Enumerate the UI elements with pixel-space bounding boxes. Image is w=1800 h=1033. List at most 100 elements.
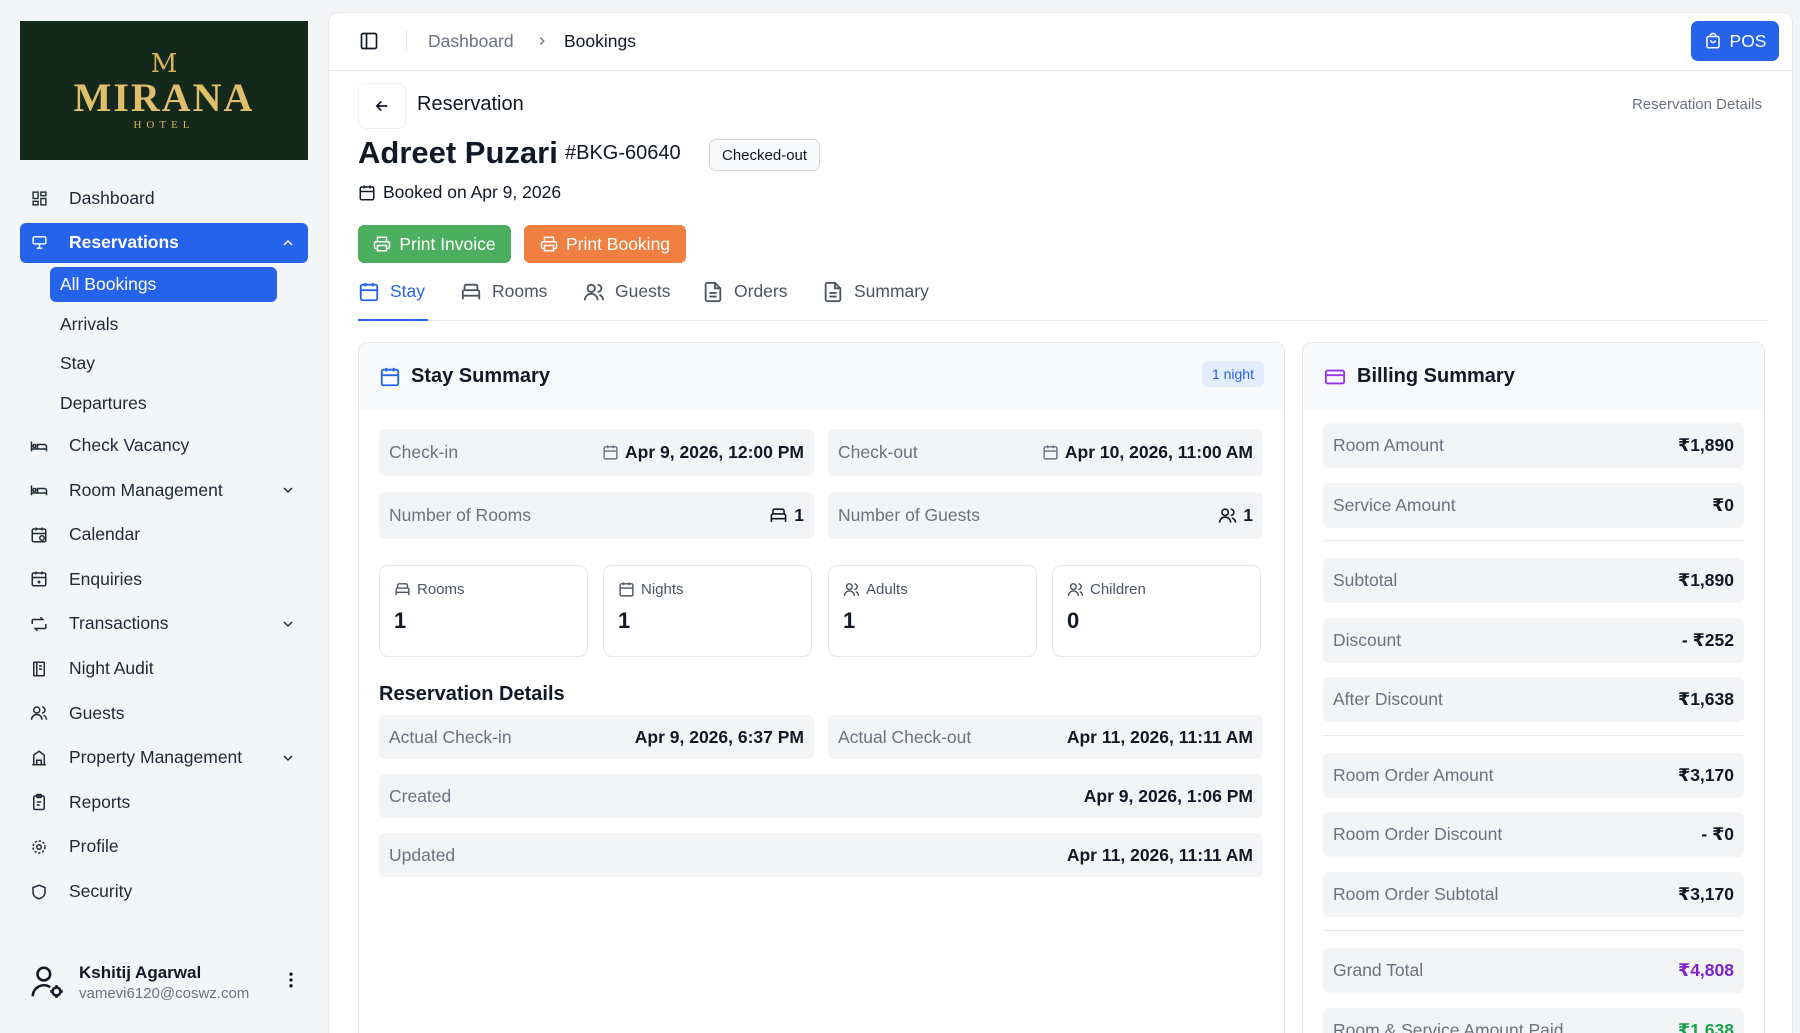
sidebar-item-night-audit[interactable]: Night Audit	[20, 649, 308, 689]
card-value: 1	[394, 608, 407, 633]
users-icon	[30, 704, 48, 722]
tab-guests[interactable]: Guests	[583, 281, 670, 321]
sidebar-item-label: Check Vacancy	[69, 435, 190, 456]
sidebar-item-transactions[interactable]: Transactions	[20, 604, 308, 644]
sidebar-item-guests[interactable]: Guests	[20, 693, 308, 733]
billing-row: After Discount ₹1,638	[1323, 677, 1744, 722]
sidebar-toggle-icon[interactable]	[359, 31, 379, 51]
sidebar-subitem-departures[interactable]: Departures	[50, 386, 277, 421]
stay-summary-panel: Stay Summary 1 night Check-in Apr 9, 202…	[358, 342, 1285, 1033]
billing-label: Room Order Discount	[1333, 824, 1503, 844]
billing-label: Service Amount	[1333, 495, 1456, 515]
sidebar-item-check-vacancy[interactable]: Check Vacancy	[20, 426, 308, 466]
children-card: Children 0	[1052, 565, 1261, 657]
updated-label: Updated	[389, 844, 456, 865]
rooms-count-row: Number of Rooms 1	[379, 492, 814, 539]
shopping-bag-icon	[1704, 32, 1722, 50]
actual-checkin-label: Actual Check-in	[389, 726, 512, 747]
top-bar: Dashboard Bookings POS	[329, 13, 1792, 71]
billing-label: Room Order Amount	[1333, 765, 1494, 785]
status-badge: Checked-out	[709, 139, 821, 171]
billing-row: Discount - ₹252	[1323, 618, 1744, 663]
booked-on-text: Booked on Apr 9, 2026	[383, 182, 562, 202]
billing-label: Subtotal	[1333, 570, 1398, 590]
sidebar-item-label: Room Management	[69, 479, 223, 500]
sidebar-item-reports[interactable]: Reports	[20, 782, 308, 822]
divider	[1323, 930, 1744, 931]
document-icon	[702, 281, 724, 303]
main-content: Dashboard Bookings POS Reservation Reser…	[328, 12, 1793, 1033]
pos-button[interactable]: POS	[1691, 21, 1779, 61]
sidebar-subitem-all-bookings[interactable]: All Bookings	[50, 267, 277, 303]
billing-value: ₹3,170	[1678, 884, 1734, 904]
guests-count-label: Number of Guests	[838, 505, 980, 525]
tab-rooms[interactable]: Rooms	[460, 281, 547, 321]
divider	[1323, 540, 1744, 541]
credit-card-icon	[1323, 366, 1347, 388]
sidebar-item-profile[interactable]: Profile	[20, 827, 308, 867]
hotel-logo[interactable]: M MIRANA HOTEL	[20, 21, 308, 160]
tab-orders[interactable]: Orders	[702, 281, 787, 321]
users-icon	[583, 281, 605, 303]
sidebar-item-security[interactable]: Security	[20, 872, 308, 912]
guest-name: Adreet Puzari	[358, 135, 558, 170]
checkin-value: Apr 9, 2026, 12:00 PM	[625, 442, 804, 462]
actual-checkout-row: Actual Check-out Apr 11, 2026, 11:11 AM	[828, 715, 1263, 759]
tab-label: Summary	[854, 281, 929, 301]
logo-monogram: M	[150, 48, 178, 79]
tab-summary[interactable]: Summary	[822, 281, 929, 321]
booked-on: Booked on Apr 9, 2026	[358, 182, 561, 203]
created-label: Created	[389, 785, 452, 806]
billing-value: - ₹252	[1681, 630, 1734, 650]
users-icon	[1218, 506, 1237, 525]
sidebar-item-label: Guests	[69, 702, 125, 723]
sidebar-item-property-management[interactable]: Property Management	[20, 738, 308, 778]
sidebar-subitem-arrivals[interactable]: Arrivals	[50, 307, 277, 342]
billing-row: Room Order Subtotal ₹3,170	[1323, 872, 1744, 917]
amount-paid-value: ₹1,638	[1678, 1020, 1734, 1033]
print-invoice-button[interactable]: Print Invoice	[358, 225, 511, 263]
print-booking-button[interactable]: Print Booking	[524, 225, 686, 263]
sidebar-item-label: Dashboard	[69, 187, 155, 208]
actual-checkout-label: Actual Check-out	[838, 726, 972, 747]
sidebar-item-reservations[interactable]: Reservations	[20, 222, 308, 263]
tab-stay[interactable]: Stay	[358, 281, 428, 321]
user-name: Kshitij Agarwal	[79, 963, 202, 982]
calendar-icon	[358, 281, 380, 303]
reservations-submenu: All Bookings Arrivals Stay Departures	[20, 267, 308, 421]
back-button[interactable]	[358, 83, 406, 129]
more-vertical-icon[interactable]	[281, 970, 301, 990]
billing-value: ₹1,638	[1678, 689, 1734, 709]
sidebar-subitem-stay[interactable]: Stay	[50, 346, 277, 381]
sidebar-item-label: Calendar	[69, 524, 141, 545]
checkout-label: Check-out	[838, 442, 918, 462]
sidebar-item-calendar[interactable]: Calendar	[20, 515, 308, 555]
sidebar-item-enquiries[interactable]: Enquiries	[20, 559, 308, 599]
user-profile[interactable]: Kshitij Agarwal vamevi6120@coswz.com	[28, 958, 308, 1008]
sidebar-item-room-management[interactable]: Room Management	[20, 470, 308, 510]
sidebar-item-label: Enquiries	[69, 568, 142, 589]
card-label: Nights	[641, 581, 684, 598]
calendar-icon	[379, 366, 401, 388]
updated-value: Apr 11, 2026, 11:11 AM	[1066, 844, 1253, 865]
calendar-icon	[618, 581, 635, 598]
billing-value: ₹1,890	[1678, 570, 1734, 590]
calendar-icon	[602, 444, 619, 461]
calendar-icon	[30, 570, 48, 588]
sidebar-item-label: Property Management	[69, 747, 243, 768]
card-label: Rooms	[417, 581, 465, 598]
billing-label: Grand Total	[1333, 960, 1424, 980]
billing-label: Discount	[1333, 630, 1402, 650]
tab-label: Guests	[615, 281, 671, 301]
transactions-icon	[30, 615, 48, 633]
breadcrumb-bookings: Bookings	[564, 31, 636, 51]
print-booking-label: Print Booking	[565, 233, 671, 254]
users-icon	[843, 581, 860, 598]
breadcrumb-dashboard[interactable]: Dashboard	[428, 31, 514, 52]
sidebar-item-dashboard[interactable]: Dashboard	[20, 178, 308, 218]
clipboard-icon	[30, 793, 48, 811]
bed-icon	[394, 581, 411, 598]
pos-label: POS	[1729, 30, 1767, 51]
card-label: Adults	[866, 581, 908, 598]
reservation-details-title: Reservation Details	[379, 683, 565, 705]
